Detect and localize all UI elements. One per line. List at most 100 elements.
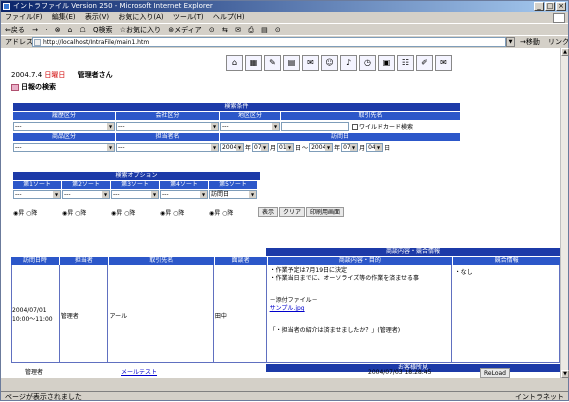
sort2-order[interactable]: ◉昇 ○降 bbox=[62, 208, 110, 217]
group-icon[interactable]: ☷ bbox=[397, 55, 414, 71]
links-button[interactable]: リンク » bbox=[548, 36, 569, 48]
sort2-select[interactable]: --- bbox=[62, 190, 110, 199]
memo-icon[interactable]: ✎ bbox=[264, 55, 281, 71]
forward-button[interactable]: → bbox=[32, 26, 38, 34]
sort4-select[interactable]: --- bbox=[160, 190, 208, 199]
detail-line-2: ・作業当日までに、オーソライズ等の作業を済ませる事 bbox=[269, 275, 420, 282]
tools-icon[interactable]: ✐ bbox=[416, 55, 433, 71]
app-icon-bar: ⌂ ▦ ✎ ▤ ✉ ☺ ♪ ◷ ▣ ☷ ✐ ✉ bbox=[226, 55, 452, 71]
mail-button[interactable]: ✉ bbox=[235, 26, 241, 34]
menu-view[interactable]: 表示(V) bbox=[85, 13, 109, 21]
sort1-select[interactable]: --- bbox=[13, 190, 61, 199]
table-row[interactable]: 2004/07/01 10:00〜11:00 管理者 アール 田中 ・作業予定は7… bbox=[11, 265, 560, 363]
search-conditions: 検索条件 履歴区分 会社区分 地区区分 取引先名 --- --- --- ワイル… bbox=[13, 103, 460, 153]
scroll-down-button[interactable]: ▼ bbox=[561, 370, 569, 378]
minimize-button[interactable]: _ bbox=[534, 2, 544, 11]
title-bar: イントラファイル Version 250 - Microsoft Interne… bbox=[1, 1, 568, 12]
footer-user: 管理者 bbox=[25, 369, 44, 376]
history-button[interactable]: ⊙ bbox=[209, 26, 215, 34]
toolbar-separator: · bbox=[45, 26, 48, 34]
to-year-select[interactable]: 2004 bbox=[309, 143, 334, 152]
col-client: 取引先名 bbox=[108, 257, 214, 265]
favorites-button[interactable]: ☆お気に入り bbox=[120, 26, 161, 34]
note-icon[interactable]: ♪ bbox=[340, 55, 357, 71]
browser-window: イントラファイル Version 250 - Microsoft Interne… bbox=[0, 0, 569, 401]
status-text: ページが表示されました bbox=[5, 393, 82, 401]
sort3-select[interactable]: --- bbox=[111, 190, 159, 199]
menu-favorites[interactable]: お気に入り(A) bbox=[118, 13, 163, 21]
menu-tools[interactable]: ツール(T) bbox=[173, 13, 204, 21]
from-month-select[interactable]: 07 bbox=[252, 143, 270, 152]
address-dropdown-button[interactable]: ▼ bbox=[506, 37, 515, 47]
menu-edit[interactable]: 編集(E) bbox=[52, 13, 76, 21]
window-title: イントラファイル Version 250 - Microsoft Interne… bbox=[13, 2, 213, 10]
col-detail: 商談内容・目的 bbox=[267, 257, 453, 265]
report-icon bbox=[11, 83, 19, 91]
product-type-select[interactable]: --- bbox=[13, 143, 115, 152]
mail-test-link[interactable]: メールテスト bbox=[121, 368, 157, 378]
from-year-select[interactable]: 2004 bbox=[220, 143, 244, 152]
close-button[interactable]: × bbox=[556, 2, 566, 11]
transfer-button[interactable]: ⇆ bbox=[222, 26, 228, 34]
maximize-button[interactable]: □ bbox=[545, 2, 555, 11]
schedule-icon[interactable]: ◷ bbox=[359, 55, 376, 71]
menu-help[interactable]: ヘルプ(H) bbox=[213, 13, 245, 21]
windows-logo-icon bbox=[553, 13, 565, 23]
sort5-select[interactable]: 訪問日 bbox=[209, 190, 257, 199]
results-section: 商談内容・競合情報 訪問日時 担当者 取引先名 面談者 商談内容・目的 競合情報… bbox=[11, 248, 560, 372]
from-day-unit: 日 bbox=[295, 145, 302, 152]
label-sort3: 第3ソート bbox=[111, 181, 159, 189]
from-day-select[interactable]: 01 bbox=[277, 143, 295, 152]
home-button[interactable]: ⌂ bbox=[68, 26, 72, 34]
to-day-select[interactable]: 04 bbox=[366, 143, 384, 152]
company-type-select[interactable]: --- bbox=[116, 122, 219, 131]
show-button[interactable]: 表示 bbox=[258, 207, 279, 217]
label-history-type: 履歴区分 bbox=[13, 112, 115, 120]
reload-button[interactable]: ReLoad bbox=[480, 368, 510, 378]
to-year-unit: 年 bbox=[334, 145, 341, 152]
from-month-unit: 月 bbox=[270, 145, 277, 152]
search-button[interactable]: Q検索 bbox=[93, 26, 113, 34]
home-icon[interactable]: ⌂ bbox=[226, 55, 243, 71]
refresh-button[interactable]: ☖ bbox=[79, 26, 85, 34]
sort5-order[interactable]: ◉昇 ○降 bbox=[209, 208, 257, 217]
go-button[interactable]: →移動 bbox=[520, 36, 540, 48]
staff-name-select[interactable]: --- bbox=[116, 143, 219, 152]
clear-button[interactable]: クリア bbox=[279, 207, 306, 217]
attach-file-link[interactable]: サンプル.jpg bbox=[270, 305, 449, 313]
col-competitor: 競合情報 bbox=[453, 257, 560, 265]
page-footer: 管理者 メールテスト 2004/07/03 18:28:45 ReLoad bbox=[13, 368, 558, 378]
client-name-input[interactable] bbox=[281, 122, 349, 131]
wildcard-label: ワイルドカード検索 bbox=[359, 124, 414, 131]
search-conditions-header: 検索条件 bbox=[13, 103, 460, 111]
mail-icon[interactable]: ✉ bbox=[302, 55, 319, 71]
menu-file[interactable]: ファイル(F) bbox=[5, 13, 43, 21]
print-button[interactable]: ⎙ bbox=[248, 26, 254, 34]
footer-timestamp: 2004/07/03 18:28:45 bbox=[368, 369, 432, 376]
report-nav-icon[interactable]: ▣ bbox=[378, 55, 395, 71]
calendar-icon[interactable]: ▦ bbox=[245, 55, 262, 71]
sort3-order[interactable]: ◉昇 ○降 bbox=[111, 208, 159, 217]
to-month-select[interactable]: 07 bbox=[341, 143, 359, 152]
label-product-type: 商品区分 bbox=[13, 133, 115, 141]
address-input[interactable]: http://localhost/IntraFile/main1.htm bbox=[32, 37, 506, 47]
edit-button[interactable]: ▤ bbox=[261, 26, 268, 34]
stop-button[interactable]: ⊗ bbox=[55, 26, 61, 34]
history-type-select[interactable]: --- bbox=[13, 122, 115, 131]
media-button[interactable]: ⊛メディア bbox=[168, 26, 201, 34]
scroll-up-button[interactable]: ▲ bbox=[561, 48, 569, 56]
wildcard-checkbox[interactable] bbox=[352, 123, 358, 130]
area-type-select[interactable]: --- bbox=[220, 122, 280, 131]
print-view-button[interactable]: 印刷用画面 bbox=[306, 207, 345, 217]
vertical-scrollbar[interactable]: ▲ ▼ bbox=[560, 48, 569, 378]
chat-icon[interactable]: ☺ bbox=[321, 55, 338, 71]
page-content: 2004.7.4 日曜日 管理者さん 日報の検索 ⌂ ▦ ✎ ▤ ✉ ☺ ♪ ◷… bbox=[1, 48, 560, 378]
discuss-button[interactable]: ⊙ bbox=[275, 26, 281, 34]
back-button[interactable]: ⇐戻る bbox=[5, 26, 25, 34]
results-group-header: 商談内容・競合情報 bbox=[266, 248, 560, 256]
info-icon[interactable]: ✉ bbox=[435, 55, 452, 71]
sort1-order[interactable]: ◉昇 ○降 bbox=[13, 208, 61, 217]
sort4-order[interactable]: ◉昇 ○降 bbox=[160, 208, 208, 217]
col-staff: 担当者 bbox=[59, 257, 108, 265]
file-icon[interactable]: ▤ bbox=[283, 55, 300, 71]
